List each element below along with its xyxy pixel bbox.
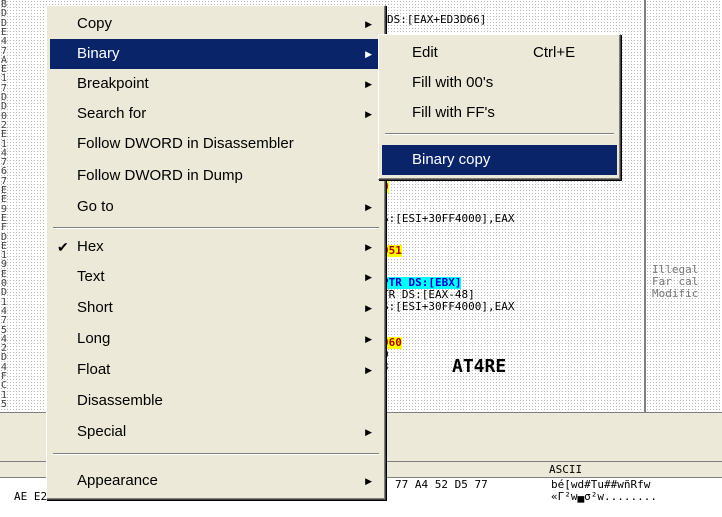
submenu-arrow-icon: ▶ [365,19,372,29]
menu-item-hex[interactable]: ✔ Hex ▶ [50,232,382,262]
menu-item-breakpoint[interactable]: Breakpoint ▶ [50,69,382,99]
menu-separator [53,227,379,229]
menu-item-text[interactable]: Text ▶ [50,262,382,292]
submenu-arrow-icon: ▶ [365,272,372,282]
menu-item-long[interactable]: Long ▶ [50,324,382,354]
submenu-arrow-icon: ▶ [365,202,372,212]
menu-item-label: Long [77,330,111,347]
dump-ascii-row[interactable]: «Γ²w▄σ²w........ [551,491,657,503]
menu-item-follow-dword-dump[interactable]: Follow DWORD in Dump [50,161,382,191]
submenu-arrow-icon: ▶ [365,476,372,486]
code-line[interactable]: S:[ESI+30FF4000],EAX [382,213,514,225]
submenu-arrow-icon: ▶ [365,365,372,375]
menu-item-fill-00[interactable]: Fill with 00's [382,68,617,98]
menu-item-fill-ff[interactable]: Fill with FF's [382,98,617,128]
checkmark-icon: ✔ [57,239,69,255]
submenu-arrow-icon: ▶ [365,334,372,344]
comment-line: Modific [652,287,699,300]
binary-submenu: Edit Ctrl+E Fill with 00's Fill with FF'… [378,34,621,180]
menu-item-shortcut: Ctrl+E [533,44,576,61]
submenu-arrow-icon: ▶ [365,242,372,252]
menu-item-label: Special [77,423,127,440]
menu-item-label: Follow DWORD in Disassembler [77,135,294,152]
menu-item-label: Binary copy [412,151,491,168]
menu-item-follow-dword-disassembler[interactable]: Follow DWORD in Disassembler [50,129,382,159]
menu-separator [53,453,379,455]
address-char: 5 [1,398,8,410]
menu-item-disassemble[interactable]: Disassemble [50,386,382,416]
menu-item-label: Go to [77,198,114,215]
comments-pane[interactable] [646,0,722,412]
menu-item-binary[interactable]: Binary ▶ [50,39,382,69]
menu-item-label: Appearance [77,472,158,489]
menu-item-label: Text [77,268,105,285]
submenu-arrow-icon: ▶ [365,109,372,119]
submenu-arrow-icon: ▶ [365,49,372,59]
menu-item-short[interactable]: Short ▶ [50,293,382,323]
menu-item-binary-copy[interactable]: Binary copy [382,145,617,175]
address-column: BDDE47AE17DD02E14767EE9EFDE19E0D147542D4… [0,0,12,412]
menu-item-label: Binary [77,45,120,62]
ascii-column-header[interactable]: ASCII [549,463,582,476]
code-line[interactable]: S:[ESI+30FF4000],EAX [382,301,514,313]
menu-item-special[interactable]: Special ▶ [50,417,382,447]
menu-item-copy[interactable]: Copy ▶ [50,9,382,39]
submenu-arrow-icon: ▶ [365,303,372,313]
menu-item-search-for[interactable]: Search for ▶ [50,99,382,129]
menu-item-label: Fill with FF's [412,104,495,121]
menu-item-label: Breakpoint [77,75,149,92]
menu-item-label: Hex [77,238,104,255]
menu-separator [385,133,614,135]
menu-item-label: Edit [412,44,438,61]
dump-hex-row[interactable]: 77 A4 52 D5 77 [395,479,488,491]
menu-item-label: Follow DWORD in Dump [77,167,243,184]
menu-item-label: Search for [77,105,147,122]
menu-item-float[interactable]: Float ▶ [50,355,382,385]
watermark-label: AT4RE [452,356,507,377]
menu-item-label: Short [77,299,113,316]
menu-item-label: Disassemble [77,392,163,409]
code-line[interactable]: DS:[EAX+ED3D66] [387,14,486,26]
context-menu: Copy ▶ Binary ▶ Breakpoint ▶ Search for … [46,5,386,500]
menu-item-edit[interactable]: Edit Ctrl+E [382,38,617,68]
menu-item-appearance[interactable]: Appearance ▶ [50,466,382,496]
menu-item-label: Fill with 00's [412,74,494,91]
menu-item-go-to[interactable]: Go to ▶ [50,192,382,222]
menu-item-label: Float [77,361,111,378]
submenu-arrow-icon: ▶ [365,79,372,89]
menu-item-label: Copy [77,15,113,32]
submenu-arrow-icon: ▶ [365,427,372,437]
